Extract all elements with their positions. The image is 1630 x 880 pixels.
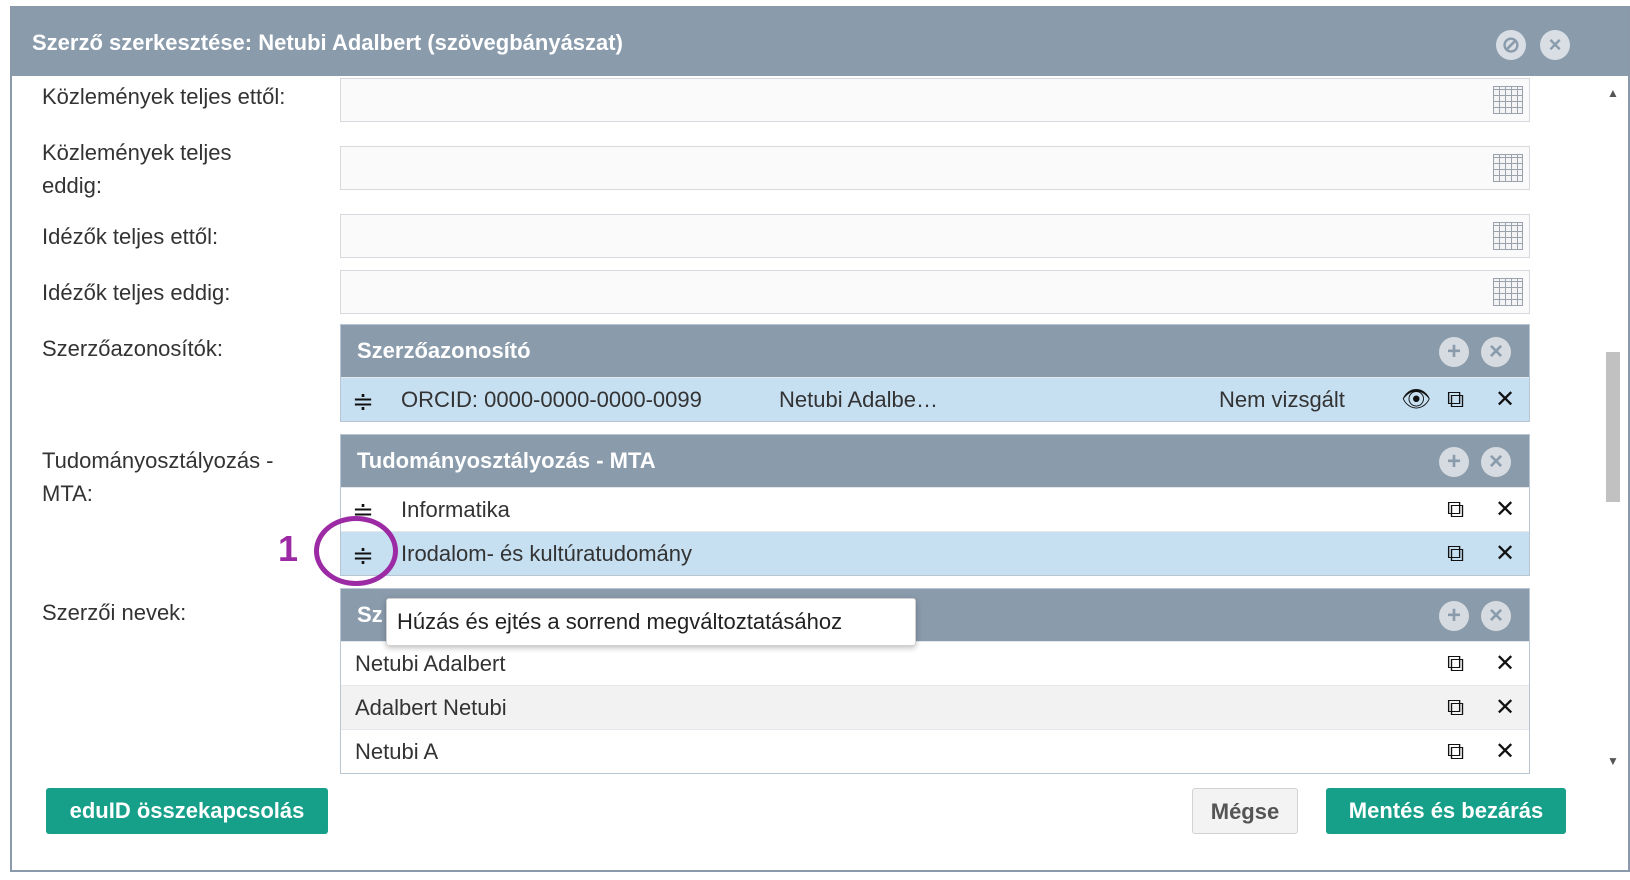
remove-icon[interactable]: ✕ xyxy=(1495,730,1515,774)
add-icon[interactable]: + xyxy=(1439,337,1469,367)
author-ids-panel-header: Szerzőazonosító + × xyxy=(341,325,1529,377)
save-close-button[interactable]: Mentés és bezárás xyxy=(1326,788,1566,834)
list-item[interactable]: Netubi A ⧉ ✕ xyxy=(341,729,1529,773)
science-item-label: Irodalom- és kultúratudomány xyxy=(401,541,693,566)
list-item[interactable]: ≑ Informatika ⧉ ✕ xyxy=(341,487,1529,531)
author-name: Adalbert Netubi xyxy=(355,695,507,720)
edit-icon[interactable]: ⧉ xyxy=(1447,488,1464,532)
names-label: Szerzői nevek: xyxy=(42,600,187,625)
dialog-title: Szerző szerkesztése: Netubi Adalbert (sz… xyxy=(32,30,623,55)
cit-from-input[interactable] xyxy=(340,214,1530,258)
calendar-icon[interactable] xyxy=(1493,278,1523,306)
remove-icon[interactable]: ✕ xyxy=(1495,642,1515,686)
scroll-down-icon[interactable]: ▼ xyxy=(1607,754,1619,768)
cit-to-label: Idézők teljes eddig: xyxy=(42,280,231,305)
cancel-button[interactable]: Mégse xyxy=(1192,788,1298,834)
pub-from-label: Közlemények teljes ettől: xyxy=(42,84,286,109)
edit-icon[interactable]: ⧉ xyxy=(1447,686,1464,730)
annotation-circle xyxy=(314,516,398,586)
drag-handle-icon[interactable]: ≑ xyxy=(345,386,381,416)
remove-icon[interactable]: ✕ xyxy=(1495,532,1515,576)
scroll-up-icon[interactable]: ▲ xyxy=(1607,86,1619,100)
clear-icon[interactable]: × xyxy=(1481,337,1511,367)
remove-icon[interactable]: ✕ xyxy=(1495,488,1515,532)
author-ids-panel: Szerzőazonosító + × ≑ ORCID: 0000-0000-0… xyxy=(340,324,1530,422)
drag-tooltip: Húzás és ejtés a sorrend megváltoztatásá… xyxy=(386,598,916,646)
edit-icon[interactable]: ⧉ xyxy=(1447,532,1464,576)
dialog-titlebar: Szerző szerkesztése: Netubi Adalbert (sz… xyxy=(12,8,1628,76)
close-icon[interactable]: × xyxy=(1540,30,1570,60)
cit-to-input[interactable] xyxy=(340,270,1530,314)
science-label: Tudományosztályozás - MTA: xyxy=(42,444,274,510)
science-label-line2: MTA: xyxy=(42,481,93,506)
add-icon[interactable]: + xyxy=(1439,601,1469,631)
author-id-value: ORCID: 0000-0000-0000-0099 xyxy=(401,387,702,412)
pub-to-label-line1: Közlemények teljes xyxy=(42,140,232,165)
cit-from-label: Idézők teljes ettől: xyxy=(42,224,219,249)
author-name: Netubi Adalbert xyxy=(355,651,506,676)
scrollbar-thumb[interactable] xyxy=(1606,352,1620,502)
author-ids-label: Szerzőazonosítók: xyxy=(42,336,223,361)
calendar-icon[interactable] xyxy=(1493,222,1523,250)
pub-to-label-line2: eddig: xyxy=(42,173,102,198)
author-edit-dialog: Szerző szerkesztése: Netubi Adalbert (sz… xyxy=(10,6,1630,872)
table-row[interactable]: ≑ ORCID: 0000-0000-0000-0099 Netubi Adal… xyxy=(341,377,1529,421)
pub-from-input[interactable] xyxy=(340,78,1530,122)
scrollbar[interactable]: ▲ ▼ xyxy=(1604,82,1622,772)
eye-icon[interactable]: 👁 xyxy=(1401,378,1431,422)
author-ids-panel-title: Szerzőazonosító xyxy=(357,338,531,363)
eduid-link-button[interactable]: eduID összekapcsolás xyxy=(46,788,328,834)
science-label-line1: Tudományosztályozás - xyxy=(42,448,274,473)
pub-to-input[interactable] xyxy=(340,146,1530,190)
science-panel: Tudományosztályozás - MTA + × ≑ Informat… xyxy=(340,434,1530,576)
calendar-icon[interactable] xyxy=(1493,86,1523,114)
author-name: Netubi A xyxy=(355,739,439,764)
science-item-label: Informatika xyxy=(401,497,510,522)
status-badge: Nem vizsgált xyxy=(1219,387,1345,412)
dialog-footer: eduID összekapcsolás Mégse Mentés és bez… xyxy=(12,774,1628,870)
author-id-name: Netubi Adalbe… xyxy=(779,387,938,412)
dialog-content: Közlemények teljes ettől: Közlemények te… xyxy=(12,76,1628,776)
science-panel-title: Tudományosztályozás - MTA xyxy=(357,448,656,473)
list-item[interactable]: Adalbert Netubi ⧉ ✕ xyxy=(341,685,1529,729)
annotation-number: 1 xyxy=(278,528,299,569)
remove-icon[interactable]: ✕ xyxy=(1495,378,1515,422)
minimize-icon[interactable]: ⊘ xyxy=(1496,30,1526,60)
edit-icon[interactable]: ⧉ xyxy=(1447,642,1464,686)
list-item[interactable]: ≑ Irodalom- és kultúratudomány ⧉ ✕ xyxy=(341,531,1529,575)
edit-icon[interactable]: ⧉ xyxy=(1447,378,1464,422)
calendar-icon[interactable] xyxy=(1493,154,1523,182)
clear-icon[interactable]: × xyxy=(1481,601,1511,631)
remove-icon[interactable]: ✕ xyxy=(1495,686,1515,730)
science-panel-header: Tudományosztályozás - MTA + × xyxy=(341,435,1529,487)
edit-icon[interactable]: ⧉ xyxy=(1447,730,1464,774)
list-item[interactable]: Netubi Adalbert ⧉ ✕ xyxy=(341,641,1529,685)
names-panel-title: Sz xyxy=(357,602,383,627)
clear-icon[interactable]: × xyxy=(1481,447,1511,477)
pub-to-label: Közlemények teljes eddig: xyxy=(42,136,232,202)
add-icon[interactable]: + xyxy=(1439,447,1469,477)
